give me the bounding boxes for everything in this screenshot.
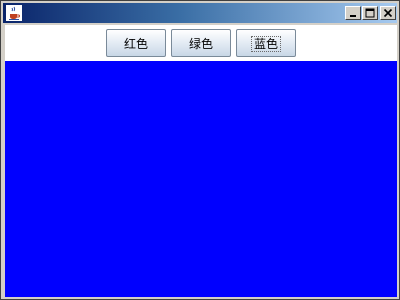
red-button[interactable]: 红色	[106, 29, 166, 57]
app-window: 红色 绿色 蓝色	[0, 0, 400, 300]
java-cup-icon[interactable]	[6, 5, 22, 21]
maximize-icon	[365, 8, 375, 18]
close-button[interactable]	[380, 6, 396, 20]
minimize-button[interactable]	[345, 6, 361, 20]
minimize-icon	[350, 15, 356, 17]
close-icon	[383, 8, 393, 18]
red-button-label: 红色	[123, 36, 148, 51]
maximize-button[interactable]	[362, 6, 378, 20]
blue-button-label: 蓝色	[250, 35, 281, 52]
green-button[interactable]: 绿色	[171, 29, 231, 57]
color-display-area	[5, 61, 397, 297]
green-button-label: 绿色	[188, 36, 213, 51]
blue-button[interactable]: 蓝色	[236, 29, 296, 57]
title-bar[interactable]	[3, 3, 397, 23]
content-pane: 红色 绿色 蓝色	[5, 25, 397, 297]
button-panel: 红色 绿色 蓝色	[5, 25, 397, 61]
